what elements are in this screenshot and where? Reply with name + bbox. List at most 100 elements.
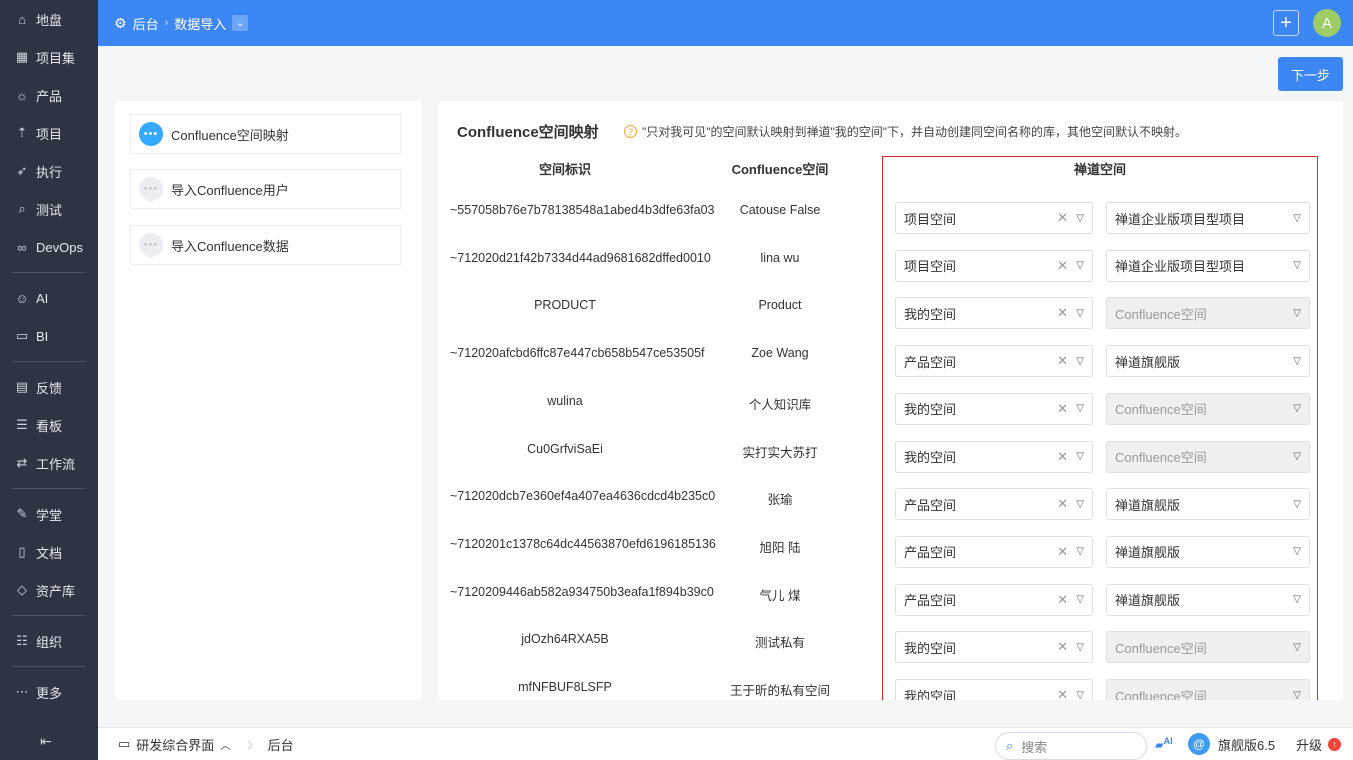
target-space-select[interactable]: 禅道旗舰版 ▽ <box>1106 345 1310 378</box>
upgrade-icon[interactable]: ↑ <box>1328 737 1341 751</box>
sidebar-item-14[interactable]: ◇ 资产库 <box>0 571 98 609</box>
board-icon: ☰ <box>16 417 28 432</box>
sidebar-item-9[interactable]: ▤ 反馈 <box>0 368 98 406</box>
chevron-down-icon[interactable]: ⌄ <box>232 15 249 31</box>
tip-text: "只对我可见"的空间默认映射到禅道"我的空间"下，并自动创建同空间名称的库，其他… <box>642 125 1188 139</box>
clear-icon[interactable]: ✕ <box>1057 353 1068 369</box>
chevron-down-icon: ▽ <box>1293 498 1301 510</box>
step-label: Confluence空间映射 <box>171 127 289 143</box>
target-space-select[interactable]: 禅道旗舰版 ▽ <box>1106 535 1310 568</box>
steps-panel: ••• Confluence空间映射 ••• 导入Confluence用户 ••• 导… <box>115 101 422 700</box>
space-type-select[interactable]: 产品空间 ✕ ▽ <box>895 535 1093 568</box>
target-space-select[interactable]: 禅道旗舰版 ▽ <box>1106 488 1310 521</box>
add-button[interactable]: + <box>1273 10 1299 36</box>
avatar[interactable]: A <box>1313 9 1341 37</box>
clear-icon[interactable]: ✕ <box>1057 449 1068 465</box>
sidebar-item-5[interactable]: ⌕ 测试 <box>0 190 98 228</box>
chevron-down-icon: ▽ <box>1293 546 1301 558</box>
breadcrumb-data-import: 数据导入 <box>174 16 227 32</box>
users-icon: ☷ <box>16 633 28 648</box>
sidebar-item-4[interactable]: ➶ 执行 <box>0 152 98 190</box>
step-import-data[interactable]: ••• 导入Confluence数据 <box>130 225 401 265</box>
space-key: wulina <box>547 393 583 408</box>
space-type-select[interactable]: 我的空间 ✕ ▽ <box>895 297 1093 330</box>
sidebar-item-8[interactable]: ▭ BI <box>0 317 98 355</box>
sidebar-item-16[interactable]: ⋯ 更多 <box>0 673 98 711</box>
bulb-icon: ☼ <box>16 87 28 103</box>
sidebar-item-0[interactable]: ⌂ 地盘 <box>0 0 98 38</box>
target-space-select[interactable]: 禅道企业版项目型项目 ▽ <box>1106 249 1310 282</box>
chevron-up-icon[interactable]: ︿ <box>220 737 230 752</box>
space-type-select[interactable]: 项目空间 ✕ ▽ <box>895 249 1093 282</box>
ai-chat-icon[interactable]: ▰AI <box>1155 736 1173 752</box>
clear-icon[interactable]: ✕ <box>1057 258 1068 274</box>
step-label: 导入Confluence用户 <box>171 182 289 198</box>
select-value: 产品空间 <box>904 354 957 370</box>
select-value: 禅道旗舰版 <box>1115 593 1181 609</box>
sidebar-item-2[interactable]: ☼ 产品 <box>0 76 98 114</box>
sidebar-item-1[interactable]: ▦ 项目集 <box>0 38 98 76</box>
chevron-down-icon: ▽ <box>1293 403 1301 415</box>
target-space-select[interactable]: 禅道旗舰版 ▽ <box>1106 583 1310 616</box>
step-status-icon: ••• <box>139 177 163 201</box>
chevron-down-icon: ▽ <box>1076 307 1084 319</box>
breadcrumb-backend[interactable]: 后台 <box>133 14 159 33</box>
chevron-down-icon: ▽ <box>1293 689 1301 701</box>
clear-icon[interactable]: ✕ <box>1057 592 1068 608</box>
collapse-icon[interactable]: ⇤ <box>40 733 52 750</box>
help-icon: ? <box>624 125 637 138</box>
clear-icon[interactable]: ✕ <box>1057 544 1068 560</box>
feedback-icon: ▤ <box>15 379 29 394</box>
confluence-space-name: 个人知识库 <box>748 397 812 412</box>
clear-icon[interactable]: ✕ <box>1057 496 1068 512</box>
monitor-icon: ▭ <box>118 736 131 751</box>
clear-icon[interactable]: ✕ <box>1057 305 1068 321</box>
sidebar-item-label: 工作流 <box>36 456 76 472</box>
space-type-select[interactable]: 产品空间 ✕ ▽ <box>895 345 1093 378</box>
gear-icon: ⚙ <box>114 14 127 31</box>
space-type-select[interactable]: 我的空间 ✕ ▽ <box>895 679 1093 700</box>
step-import-users[interactable]: ••• 导入Confluence用户 <box>130 169 401 209</box>
sidebar-item-11[interactable]: ⇄ 工作流 <box>0 444 98 482</box>
upgrade-link[interactable]: 升级 <box>1296 735 1322 754</box>
space-key: ~557058b76e7b78138548a1abed4b3dfe63fa03 <box>450 203 715 217</box>
select-value: 我的空间 <box>904 450 957 465</box>
sidebar-item-label: BI <box>36 328 49 344</box>
sidebar-item-15[interactable]: ☷ 组织 <box>0 622 98 660</box>
zentao-logo-icon: @ <box>1188 733 1210 755</box>
space-type-select[interactable]: 项目空间 ✕ ▽ <box>895 202 1093 234</box>
sidebar-item-7[interactable]: ☺ AI <box>0 279 98 317</box>
sidebar-item-3[interactable]: ⇡ 项目 <box>0 114 98 152</box>
sidebar-item-10[interactable]: ☰ 看板 <box>0 406 98 444</box>
robot-icon: ☺ <box>15 290 29 306</box>
target-space-select: Confluence空间 ▽ <box>1106 440 1310 473</box>
space-type-select[interactable]: 我的空间 ✕ ▽ <box>895 440 1093 473</box>
clear-icon[interactable]: ✕ <box>1057 210 1068 226</box>
divider <box>12 615 86 616</box>
sidebar: ⌂ 地盘 ▦ 项目集 ☼ 产品 ⇡ 项目 ➶ 执行 ⌕ 测试 ∞ DevOps ☺ AI ▭ BI ▤ 反馈 ☰ 看板 ⇄ 工… <box>0 0 98 760</box>
edition-label[interactable]: 旗舰版6.5 <box>1218 735 1275 754</box>
target-space-select[interactable]: 禅道企业版项目型项目 ▽ <box>1106 202 1310 234</box>
space-type-select[interactable]: 产品空间 ✕ ▽ <box>895 488 1093 521</box>
clear-icon[interactable]: ✕ <box>1057 401 1068 417</box>
clear-icon[interactable]: ✕ <box>1057 687 1068 700</box>
select-value: 产品空间 <box>904 497 957 513</box>
step-space-mapping[interactable]: ••• Confluence空间映射 <box>130 114 401 154</box>
chevron-down-icon: ▽ <box>1076 594 1084 606</box>
space-type-select[interactable]: 我的空间 ✕ ▽ <box>895 392 1093 425</box>
workspace-switch[interactable]: 研发综合界面 <box>136 735 214 754</box>
confluence-space-name: 气儿 煤 <box>759 588 801 603</box>
space-type-select[interactable]: 我的空间 ✕ ▽ <box>895 631 1093 664</box>
sidebar-item-13[interactable]: ▯ 文档 <box>0 533 98 571</box>
more-icon: ⋯ <box>15 684 29 699</box>
space-key: ~7120209446ab582a934750b3eafa1f894b39c0 <box>450 584 714 599</box>
divider <box>12 666 86 667</box>
sidebar-item-12[interactable]: ✎ 学堂 <box>0 495 98 533</box>
space-type-select[interactable]: 产品空间 ✕ ▽ <box>895 583 1093 616</box>
clear-icon[interactable]: ✕ <box>1057 639 1068 655</box>
next-step-button[interactable]: 下一步 <box>1278 57 1343 91</box>
sidebar-item-6[interactable]: ∞ DevOps <box>0 228 98 266</box>
chevron-down-icon: ▽ <box>1293 355 1301 367</box>
search-input[interactable]: ⌕ 搜索 <box>995 732 1147 760</box>
select-value: 产品空间 <box>904 545 957 561</box>
